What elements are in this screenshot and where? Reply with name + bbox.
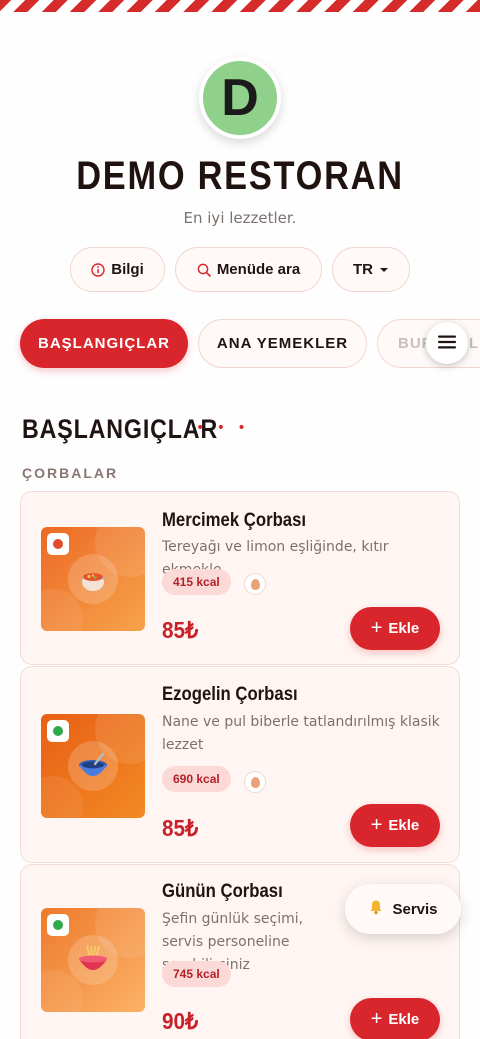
dietary-badge xyxy=(47,533,69,555)
item-name: Ezogelin Çorbası xyxy=(162,684,298,705)
item-price: 85₺ xyxy=(162,617,199,643)
tab-label: BAŞLANGIÇLAR xyxy=(38,335,170,352)
hamburger-menu-icon xyxy=(438,334,456,353)
tab-label: ANA YEMEKLER xyxy=(216,335,349,352)
item-image xyxy=(41,527,145,631)
egg-icon xyxy=(244,573,266,595)
add-button-label: Ekle xyxy=(388,1011,420,1028)
calorie-badge: 415 kcal xyxy=(162,569,231,595)
soup-bowl-icon xyxy=(68,741,118,791)
stew-pot-icon xyxy=(68,554,118,604)
language-value: TR xyxy=(353,261,373,278)
info-button[interactable]: Bilgi xyxy=(70,247,165,292)
section-dots-decoration: • • • xyxy=(196,420,250,436)
add-button-label: Ekle xyxy=(388,620,420,637)
tab-ana-yemekler[interactable]: ANA YEMEKLER xyxy=(198,319,367,368)
item-price: 85₺ xyxy=(162,815,199,841)
restaurant-logo: D xyxy=(199,57,281,139)
add-button-label: Ekle xyxy=(388,817,420,834)
plus-icon: + xyxy=(370,616,383,639)
language-select[interactable]: TR xyxy=(332,247,410,292)
section-title: BAŞLANGIÇLAR xyxy=(22,414,219,444)
menu-item-card[interactable]: Ezogelin Çorbası Nane ve pul biberle tat… xyxy=(20,666,460,863)
category-menu-button[interactable] xyxy=(426,322,468,364)
item-description: Nane ve pul biberle tatlandırılmış klasi… xyxy=(162,714,440,753)
service-button-label: Servis xyxy=(392,900,438,918)
egg-icon xyxy=(244,771,266,793)
plus-icon: + xyxy=(370,813,383,836)
restaurant-tagline: En iyi lezzetler. xyxy=(183,209,297,227)
calorie-badge: 745 kcal xyxy=(162,961,231,987)
dietary-badge xyxy=(47,720,69,742)
item-image xyxy=(41,908,145,1012)
menu-search-button[interactable]: Menüde ara xyxy=(175,247,322,292)
add-to-cart-button[interactable]: + Ekle xyxy=(350,804,440,847)
add-to-cart-button[interactable]: + Ekle xyxy=(350,607,440,650)
dietary-badge xyxy=(47,914,69,936)
top-stripe-decoration xyxy=(0,0,480,12)
item-price: 90₺ xyxy=(162,1008,199,1034)
call-service-button[interactable]: Servis xyxy=(345,884,461,934)
category-heading: ÇORBALAR xyxy=(22,465,119,481)
calorie-badge: 690 kcal xyxy=(162,766,231,792)
caret-down-icon xyxy=(379,267,389,273)
noodle-bowl-icon xyxy=(68,935,118,985)
logo-letter: D xyxy=(221,69,259,127)
item-name: Günün Çorbası xyxy=(162,881,283,902)
menu-item-card[interactable]: Mercimek Çorbası Tereyağı ve limon eşliğ… xyxy=(20,491,460,665)
plus-icon: + xyxy=(370,1007,383,1030)
info-button-label: Bilgi xyxy=(111,261,144,278)
add-to-cart-button[interactable]: + Ekle xyxy=(350,998,440,1039)
restaurant-name: DEMO RESTORAN xyxy=(76,154,404,198)
search-icon xyxy=(197,263,211,277)
item-image xyxy=(41,714,145,818)
tab-baslangiclar[interactable]: BAŞLANGIÇLAR xyxy=(20,319,188,368)
info-icon xyxy=(91,262,105,277)
bell-icon xyxy=(368,899,384,919)
menu-search-label: Menüde ara xyxy=(216,261,301,278)
item-name: Mercimek Çorbası xyxy=(162,510,307,531)
